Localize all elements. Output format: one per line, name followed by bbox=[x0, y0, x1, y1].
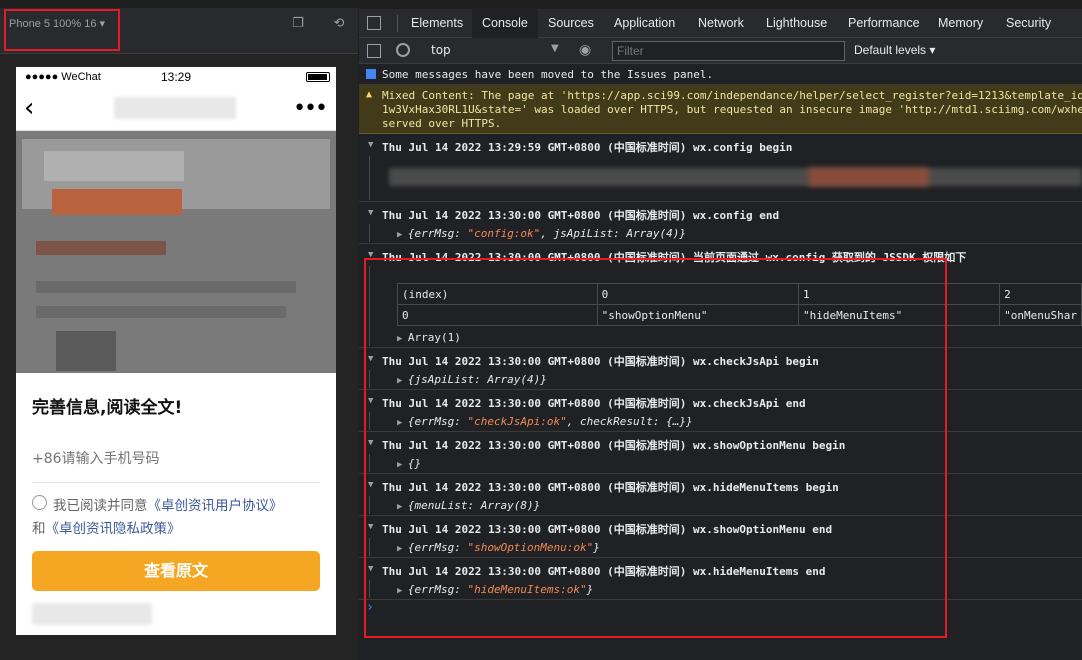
live-expression-eye-icon[interactable]: ◉ bbox=[579, 42, 591, 58]
blurred-article-preview bbox=[16, 131, 336, 373]
log-heading: Thu Jul 14 2022 13:30:00 GMT+0800 (中国标准时… bbox=[382, 209, 780, 222]
group-indent bbox=[369, 224, 370, 242]
log-levels-dropdown[interactable]: Default levels ▾ bbox=[854, 43, 935, 57]
top-strip bbox=[0, 0, 358, 8]
input-divider bbox=[32, 482, 320, 483]
dock-icon[interactable]: ❐ bbox=[290, 16, 306, 32]
console-filter-input[interactable] bbox=[612, 41, 845, 61]
toolbar-divider bbox=[397, 15, 398, 32]
group-indent bbox=[369, 156, 370, 200]
tab-lighthouse[interactable]: Lighthouse bbox=[756, 9, 837, 38]
phone-number-input[interactable] bbox=[32, 451, 320, 467]
context-select[interactable]: top bbox=[431, 43, 451, 57]
form-title: 完善信息,阅读全文! bbox=[32, 398, 183, 418]
warning-line-3: served over HTTPS. bbox=[382, 117, 502, 130]
table-cell: "onMenuShar bbox=[999, 304, 1082, 326]
console-sidebar-icon[interactable] bbox=[367, 44, 381, 58]
devtools-top-strip bbox=[359, 0, 1082, 9]
more-dots-icon[interactable]: ••• bbox=[293, 96, 328, 121]
log-group-config-begin: ▼ Thu Jul 14 2022 13:29:59 GMT+0800 (中国标… bbox=[359, 134, 1082, 202]
warning-icon: ▲ bbox=[366, 89, 373, 100]
rotate-icon[interactable]: ⟲ bbox=[331, 16, 347, 32]
highlight-box-device bbox=[4, 9, 120, 51]
expand-triangle-icon[interactable]: ▼ bbox=[368, 140, 373, 150]
tab-memory[interactable]: Memory bbox=[928, 9, 993, 38]
console-toolbar: top ▼ ◉ Default levels ▾ bbox=[359, 38, 1082, 64]
highlight-box-console bbox=[364, 258, 947, 638]
tab-sources[interactable]: Sources bbox=[538, 9, 604, 38]
tab-elements[interactable]: Elements bbox=[401, 9, 473, 38]
view-original-button[interactable]: 查看原文 bbox=[32, 551, 320, 591]
log-group-config-end: ▼ Thu Jul 14 2022 13:30:00 GMT+0800 (中国标… bbox=[359, 202, 1082, 244]
tab-network[interactable]: Network bbox=[688, 9, 754, 38]
carrier-label: ●●●●● WeChat bbox=[25, 71, 101, 83]
nav-title-redacted bbox=[114, 97, 236, 119]
status-time: 13:29 bbox=[161, 70, 192, 84]
device-panel: Phone 5 100% 16 ▾ ❐ ⟲ ●●●●● WeChat 13:29… bbox=[0, 0, 358, 660]
agree-text: 我已阅读并同意《卓创资讯用户协议》 bbox=[53, 494, 283, 514]
mixed-content-warning: ▲ Mixed Content: The page at 'https://ap… bbox=[359, 85, 1082, 134]
status-bar: ●●●●● WeChat 13:29 bbox=[16, 67, 336, 87]
register-form: 完善信息,阅读全文! 我已阅读并同意《卓创资讯用户协议》 和《卓创资讯隐私政策》… bbox=[16, 373, 336, 635]
agree-text-line2: 和《卓创资讯隐私政策》 bbox=[32, 517, 181, 537]
redacted-output bbox=[389, 168, 1082, 186]
table-header-cell[interactable]: 2 bbox=[999, 283, 1082, 305]
agree-radio[interactable] bbox=[32, 495, 47, 510]
issues-text: Some messages have been moved to the Iss… bbox=[382, 68, 714, 81]
clear-console-icon[interactable] bbox=[396, 43, 410, 57]
agree-prefix: 我已阅读并同意 bbox=[53, 498, 148, 514]
tab-security[interactable]: Security bbox=[996, 9, 1061, 38]
warning-line-1[interactable]: Mixed Content: The page at 'https://app.… bbox=[382, 89, 1082, 102]
battery-icon bbox=[306, 72, 330, 82]
phone-screen: ●●●●● WeChat 13:29 ‹ ••• 完善信息,阅读全文! 我已 bbox=[16, 67, 336, 635]
redacted-output-2 bbox=[809, 168, 929, 186]
log-object[interactable]: ▶ {errMsg: "config:ok", jsApiList: Array… bbox=[397, 227, 686, 240]
agree-and: 和 bbox=[32, 521, 46, 537]
devtools-tabbar: Elements Console Sources Application Net… bbox=[359, 9, 1082, 38]
tab-console[interactable]: Console bbox=[472, 9, 538, 38]
warning-line-2[interactable]: 1w3VxHax30RL1U&state=' was loaded over H… bbox=[382, 103, 1082, 116]
privacy-policy-link[interactable]: 《卓创资讯隐私政策》 bbox=[46, 521, 181, 537]
nav-bar: ‹ ••• bbox=[16, 87, 336, 131]
inspect-element-icon[interactable] bbox=[367, 16, 381, 30]
issues-message: Some messages have been moved to the Iss… bbox=[359, 64, 1082, 85]
tab-application[interactable]: Application bbox=[604, 9, 685, 38]
expand-triangle-icon[interactable]: ▼ bbox=[368, 208, 373, 218]
log-heading: Thu Jul 14 2022 13:29:59 GMT+0800 (中国标准时… bbox=[382, 141, 793, 154]
user-agreement-link[interactable]: 《卓创资讯用户协议》 bbox=[148, 498, 283, 514]
info-icon bbox=[366, 69, 376, 79]
chevron-left-icon[interactable]: ‹ bbox=[24, 91, 34, 125]
chevron-down-icon[interactable]: ▼ bbox=[551, 43, 559, 54]
footer-redacted bbox=[32, 603, 152, 625]
tab-performance[interactable]: Performance bbox=[838, 9, 930, 38]
